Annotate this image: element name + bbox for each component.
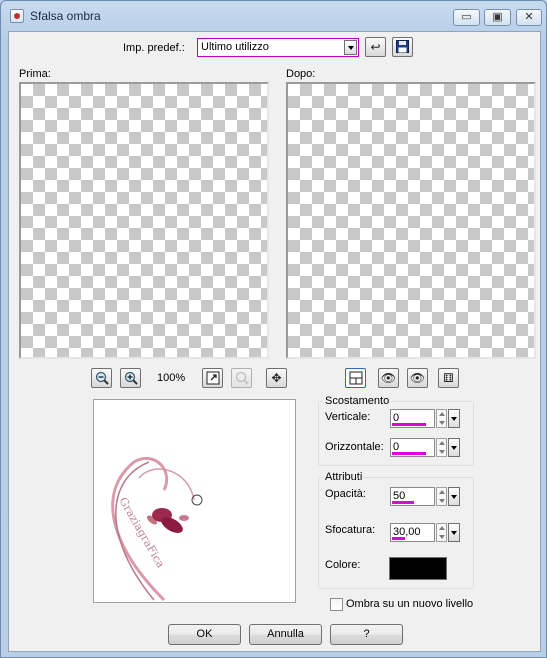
horizontal-label: Orizzontale: <box>325 441 384 453</box>
proof-eye-icon: 👁 <box>380 371 397 385</box>
maximize-button[interactable]: ▣ <box>484 9 511 26</box>
opacity-label: Opacità: <box>325 488 366 500</box>
svg-text:GraziagraFica: GraziagraFica <box>116 495 167 570</box>
opacity-level-bar <box>392 501 414 504</box>
window-title: Sfalsa ombra <box>30 9 101 23</box>
opacity-stepper-arrows[interactable] <box>436 487 447 506</box>
vertical-dropdown-arrow[interactable] <box>448 409 460 428</box>
eye-icon: 👁 <box>409 371 426 385</box>
preview-toggle-button[interactable] <box>345 368 366 388</box>
randomize-button[interactable]: ⚅ <box>438 368 459 388</box>
watermark-logo: GraziagraFica <box>111 456 203 602</box>
vertical-spinner[interactable]: 0 <box>390 409 460 428</box>
horizontal-stepper-arrows[interactable] <box>436 438 447 457</box>
fit-window-icon <box>206 371 219 385</box>
help-button[interactable]: ? <box>330 624 403 645</box>
app-icon <box>10 9 24 23</box>
preset-label: Imp. predef.: <box>123 42 185 54</box>
vertical-stepper-arrows[interactable] <box>436 409 447 428</box>
color-label: Colore: <box>325 559 361 571</box>
new-layer-label: Ombra su un nuovo livello <box>346 598 474 610</box>
pan-button[interactable]: ✥ <box>266 368 287 388</box>
before-preview[interactable] <box>19 82 269 359</box>
dialog-body: Imp. predef.: Ultimo utilizzo ↩ Prima: D… <box>8 31 541 652</box>
proof-button[interactable]: 👁 <box>407 368 428 388</box>
close-button[interactable]: ✕ <box>516 9 542 26</box>
auto-proof-button[interactable]: 👁 <box>378 368 399 388</box>
fit-to-window-button[interactable] <box>202 368 223 388</box>
title-bar[interactable]: Sfalsa ombra ▭ ▣ ✕ <box>1 1 546 31</box>
reset-preset-button[interactable]: ↩ <box>365 37 386 57</box>
ok-button[interactable]: OK <box>168 624 241 645</box>
zoom-out-button[interactable] <box>91 368 112 388</box>
blur-level-bar <box>392 537 405 540</box>
after-preview[interactable] <box>286 82 536 359</box>
vertical-label: Verticale: <box>325 411 371 423</box>
navigation-thumbnail[interactable]: GraziagraFica <box>93 399 296 603</box>
blur-spinner[interactable]: 30,00 <box>390 523 460 542</box>
opacity-dropdown-arrow[interactable] <box>448 487 460 506</box>
dialog-window: Sfalsa ombra ▭ ▣ ✕ Imp. predef.: Ultimo … <box>0 0 547 658</box>
zoom-level: 100% <box>157 372 186 384</box>
dice-icon: ⚅ <box>443 371 454 385</box>
move-cross-icon: ✥ <box>271 371 282 385</box>
blur-dropdown-arrow[interactable] <box>448 523 460 542</box>
zoom-in-button[interactable] <box>120 368 141 388</box>
split-preview-icon <box>349 371 362 385</box>
after-preview-label: Dopo: <box>286 68 316 80</box>
new-layer-checkbox[interactable] <box>330 598 343 611</box>
preset-value: Ultimo utilizzo <box>201 41 269 53</box>
horizontal-dropdown-arrow[interactable] <box>448 438 460 457</box>
attributes-group-title: Attributi <box>323 471 365 483</box>
before-preview-label: Prima: <box>19 68 51 80</box>
zoom-out-icon <box>95 371 109 385</box>
reset-arrow-icon: ↩ <box>370 40 381 54</box>
floppy-disk-icon <box>396 40 409 53</box>
horizontal-spinner[interactable]: 0 <box>390 438 460 457</box>
blur-stepper-arrows[interactable] <box>436 523 447 542</box>
shadow-color-swatch[interactable] <box>389 557 447 580</box>
save-preset-button[interactable] <box>392 37 413 57</box>
minimize-button[interactable]: ▭ <box>453 9 480 26</box>
opacity-spinner[interactable]: 50 <box>390 487 460 506</box>
preset-select[interactable]: Ultimo utilizzo <box>197 38 359 57</box>
zoom-actual-button[interactable] <box>231 368 252 388</box>
offset-group-title: Scostamento <box>323 395 392 407</box>
magnifier-disabled-icon <box>235 371 249 385</box>
zoom-in-icon <box>124 371 138 385</box>
cancel-button[interactable]: Annulla <box>249 624 322 645</box>
blur-label: Sfocatura: <box>325 524 376 536</box>
chevron-down-icon[interactable] <box>344 40 357 55</box>
